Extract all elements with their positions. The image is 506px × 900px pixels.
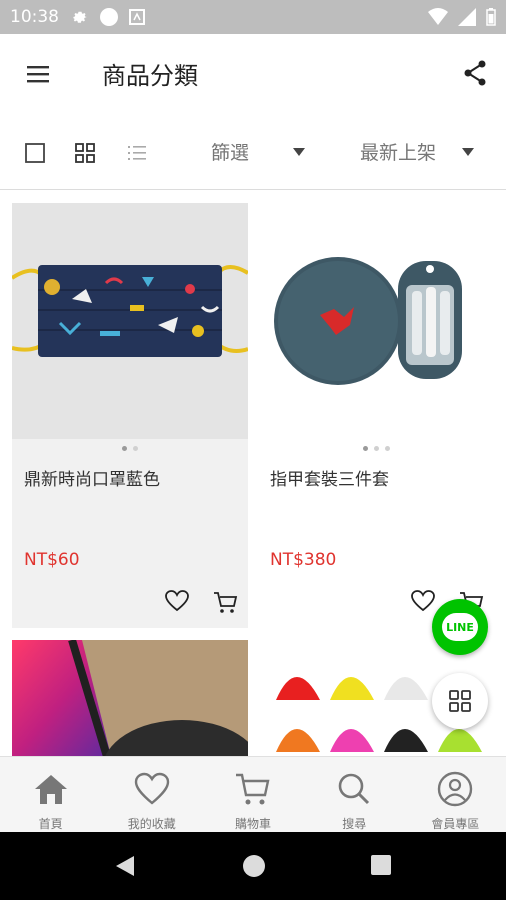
nav-label: 會員專區	[431, 817, 480, 831]
signal-icon	[458, 8, 476, 26]
product-grid: 鼎新時尚口罩藍色 NT$60 指甲套裝三件套 NT$380	[0, 191, 506, 756]
sort-dropdown[interactable]: 最新上架	[360, 138, 482, 165]
product-price: NT$380	[270, 550, 337, 570]
system-nav-bar	[0, 832, 506, 900]
status-bar: 10:38	[0, 0, 506, 34]
status-time: 10:38	[10, 7, 59, 27]
heart-icon	[134, 772, 169, 805]
settings-icon	[73, 11, 87, 23]
product-name[interactable]: 指甲套裝三件套	[270, 465, 389, 490]
grid-view-icon[interactable]	[74, 142, 96, 164]
nav-item-cart[interactable]: 購物車	[202, 757, 303, 832]
search-icon	[338, 773, 370, 805]
product-name[interactable]: 鼎新時尚口罩藍色	[24, 465, 160, 490]
single-view-icon[interactable]	[24, 142, 46, 164]
grid-icon	[449, 690, 471, 712]
back-icon[interactable]	[114, 854, 136, 878]
share-icon[interactable]	[460, 58, 490, 88]
nav-label: 我的收藏	[127, 817, 176, 831]
product-price: NT$60	[24, 550, 80, 570]
nav-item-search[interactable]: 搜尋	[304, 757, 405, 832]
page-title: 商品分類	[102, 62, 198, 90]
app-icon	[129, 9, 145, 25]
nav-item-member[interactable]: 會員專區	[405, 757, 506, 832]
nav-label: 首頁	[38, 817, 63, 831]
nav-item-home[interactable]: 首頁	[0, 757, 101, 832]
sort-label: 最新上架	[360, 142, 437, 164]
product-card[interactable]: 鼎新時尚口罩藍色 NT$60	[12, 203, 248, 628]
chevron-down-icon	[462, 147, 475, 156]
filter-label: 篩選	[211, 142, 250, 164]
nav-label: 搜尋	[342, 817, 367, 831]
image-pager-dots	[12, 446, 248, 451]
chevron-down-icon	[293, 147, 306, 156]
menu-icon[interactable]	[24, 62, 54, 88]
heart-icon[interactable]	[410, 589, 436, 613]
battery-icon	[486, 8, 496, 26]
bottom-nav: 首頁 我的收藏 購物車 搜尋 會員專區	[0, 756, 506, 832]
home-button-icon[interactable]	[242, 854, 266, 878]
cart-icon[interactable]	[212, 589, 238, 615]
nav-label: 購物車	[235, 817, 272, 831]
app-bar: 商品分類	[0, 34, 506, 116]
recents-icon[interactable]	[370, 854, 392, 876]
record-icon	[100, 8, 118, 26]
product-card[interactable]	[12, 640, 248, 756]
product-image[interactable]	[258, 203, 494, 439]
wifi-icon	[428, 8, 448, 25]
home-icon	[34, 775, 67, 804]
product-image[interactable]	[12, 640, 248, 756]
line-icon: LINE	[442, 613, 478, 641]
cart-icon	[236, 773, 270, 805]
user-icon	[438, 771, 473, 807]
category-menu-button[interactable]	[432, 673, 488, 729]
filter-dropdown[interactable]: 篩選	[211, 138, 311, 165]
line-chat-button[interactable]: LINE	[432, 599, 488, 655]
list-toolbar: 篩選 最新上架	[0, 116, 506, 190]
heart-icon[interactable]	[164, 589, 190, 613]
nav-item-favorites[interactable]: 我的收藏	[101, 757, 202, 832]
product-card[interactable]: 指甲套裝三件套 NT$380	[258, 203, 494, 628]
list-view-icon[interactable]	[126, 142, 148, 164]
product-image[interactable]	[12, 203, 248, 439]
image-pager-dots	[258, 446, 494, 451]
